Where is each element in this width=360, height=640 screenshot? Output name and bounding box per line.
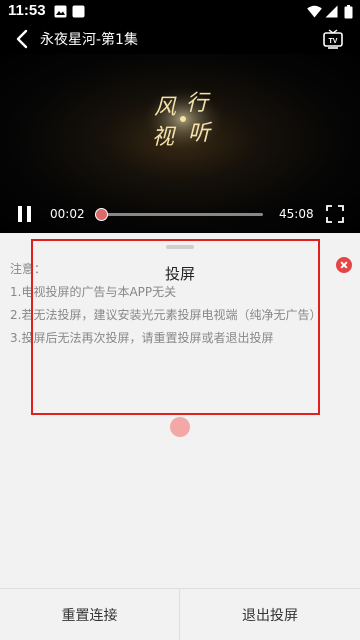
fullscreen-icon[interactable]	[326, 205, 344, 223]
exit-cast-button[interactable]: 退出投屏	[180, 589, 360, 640]
cast-panel: 投屏 注意： 1.电视投屏的广告与本APP无关 2.若无法投屏，建议安装光元素投…	[0, 236, 360, 640]
video-title: 永夜星河-第1集	[40, 32, 138, 48]
status-bar: 11:53	[0, 0, 360, 24]
signal-icon	[325, 5, 338, 18]
svg-text:视: 视	[152, 125, 177, 150]
wifi-icon	[307, 5, 322, 18]
player-controls: 00:02 45:08	[0, 200, 360, 233]
svg-text:听: 听	[188, 121, 213, 146]
close-icon[interactable]	[336, 257, 352, 273]
status-time: 11:53	[8, 2, 46, 19]
title-bar: 永夜星河-第1集 TV	[0, 24, 360, 54]
svg-text:风: 风	[154, 95, 177, 120]
progress-bar[interactable]	[96, 213, 263, 216]
gallery-icon	[54, 5, 67, 18]
video-frame[interactable]: 风 行 视 听 00:02 45:08	[0, 54, 360, 233]
tv-icon[interactable]: TV	[322, 28, 344, 50]
action-bar: 重置连接 退出投屏	[0, 588, 360, 640]
square-icon	[72, 5, 85, 18]
progress-thumb[interactable]	[94, 208, 108, 221]
total-time: 45:08	[279, 207, 314, 221]
touch-indicator	[170, 417, 190, 437]
svg-text:TV: TV	[329, 38, 338, 45]
video-area: 11:53 永夜星河-第1集 TV 风 行 视 听 00:02 45:08	[0, 0, 360, 233]
battery-icon	[344, 5, 353, 19]
brand-logo: 风 行 视 听	[138, 84, 228, 154]
reset-connection-button[interactable]: 重置连接	[0, 589, 180, 640]
pause-icon[interactable]	[18, 206, 34, 222]
current-time: 00:02	[50, 207, 85, 221]
highlight-box	[31, 239, 320, 415]
chevron-left-icon[interactable]	[12, 28, 34, 50]
svg-text:行: 行	[186, 91, 211, 116]
